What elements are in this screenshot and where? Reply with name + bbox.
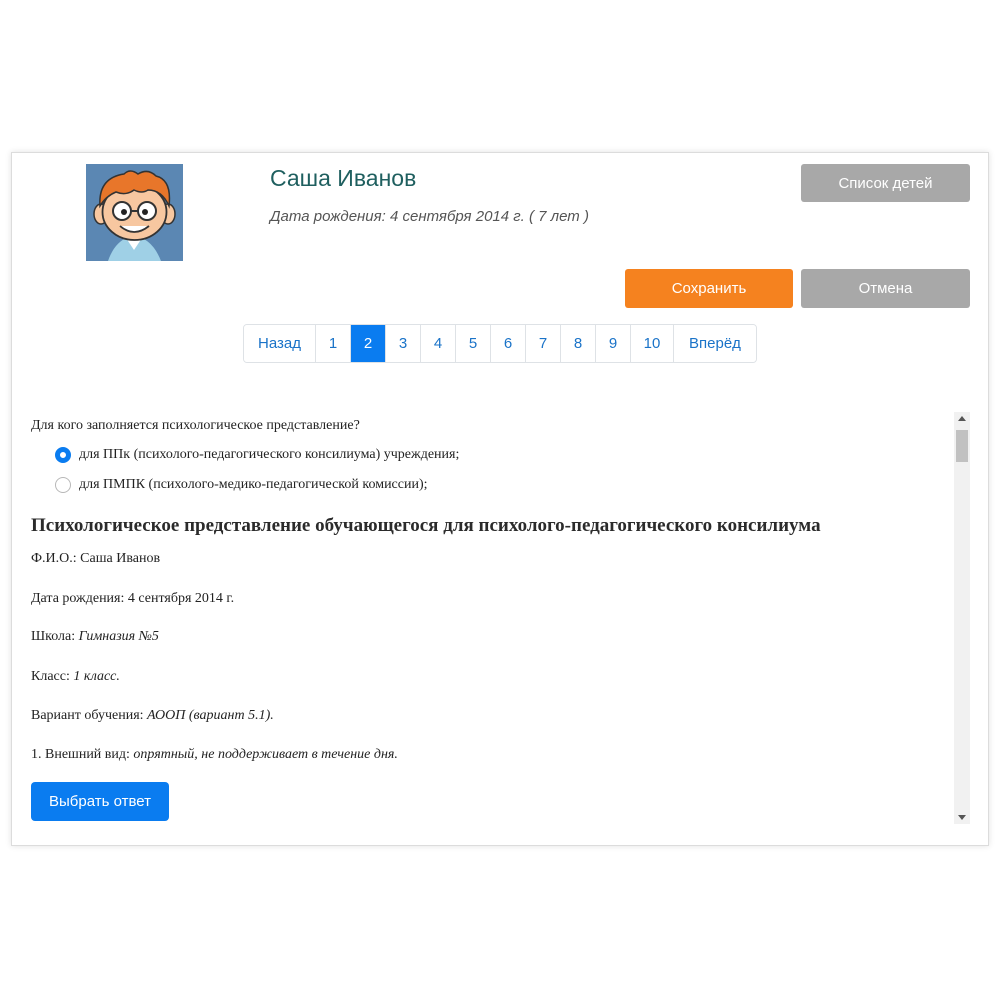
- scrollbar-thumb[interactable]: [956, 430, 968, 462]
- option-pmpk-label: для ПМПК (психолого-медико-педагогическо…: [79, 477, 428, 492]
- choose-answer-button[interactable]: Выбрать ответ: [31, 782, 169, 821]
- field-school-value: Гимназия №5: [78, 629, 159, 644]
- cancel-button[interactable]: Отмена: [801, 269, 970, 308]
- child-birth-date: Дата рождения: 4 сентября 2014 г. ( 7 ле…: [270, 208, 589, 225]
- page-2-active[interactable]: 2: [351, 325, 386, 362]
- page-5[interactable]: 5: [456, 325, 491, 362]
- pagination-prev[interactable]: Назад: [244, 325, 316, 362]
- option-ppk[interactable]: для ППк (психолого-педагогического конси…: [55, 447, 459, 463]
- pagination-next[interactable]: Вперёд: [674, 325, 756, 362]
- child-avatar: [86, 164, 183, 261]
- field-appearance: 1. Внешний вид: опрятный, не поддерживае…: [31, 747, 398, 763]
- page-8[interactable]: 8: [561, 325, 596, 362]
- field-fio-label: Ф.И.О.:: [31, 551, 77, 566]
- page-9[interactable]: 9: [596, 325, 631, 362]
- form-question: Для кого заполняется психологическое пре…: [31, 418, 360, 433]
- field-appearance-label: 1. Внешний вид:: [31, 747, 130, 762]
- document-title: Психологическое представление обучающего…: [31, 515, 821, 536]
- page-4[interactable]: 4: [421, 325, 456, 362]
- field-variant-value: АООП (вариант 5.1).: [147, 708, 274, 723]
- field-variant-label: Вариант обучения:: [31, 708, 144, 723]
- page-10[interactable]: 10: [631, 325, 674, 362]
- field-fio: Ф.И.О.: Саша Иванов: [31, 551, 160, 567]
- field-school-label: Школа:: [31, 629, 76, 644]
- radio-unchecked-icon[interactable]: [55, 477, 71, 493]
- page-3[interactable]: 3: [386, 325, 421, 362]
- vertical-scrollbar[interactable]: [954, 412, 970, 824]
- form-scroll-area[interactable]: Для кого заполняется психологическое пре…: [31, 412, 951, 824]
- option-ppk-label: для ППк (психолого-педагогического конси…: [79, 447, 460, 462]
- field-dob: Дата рождения: 4 сентября 2014 г.: [31, 591, 234, 607]
- field-class-value: 1 класс.: [73, 669, 120, 684]
- child-name: Саша Иванов: [270, 165, 417, 191]
- radio-checked-icon[interactable]: [55, 447, 71, 463]
- page-7[interactable]: 7: [526, 325, 561, 362]
- field-variant: Вариант обучения: АООП (вариант 5.1).: [31, 708, 274, 724]
- field-dob-value: 4 сентября 2014 г.: [127, 591, 235, 606]
- save-button[interactable]: Сохранить: [625, 269, 793, 308]
- field-class: Класс: 1 класс.: [31, 669, 120, 685]
- scroll-down-arrow-icon[interactable]: [958, 815, 966, 820]
- page-1[interactable]: 1: [316, 325, 351, 362]
- field-appearance-value: опрятный, не поддерживает в течение дня.: [133, 747, 398, 762]
- cartoon-boy-avatar-icon: [86, 164, 183, 261]
- page-6[interactable]: 6: [491, 325, 526, 362]
- pagination: Назад 1 2 3 4 5 6 7 8 9 10 Вперёд: [243, 324, 757, 363]
- field-dob-label: Дата рождения:: [31, 591, 125, 606]
- scroll-up-arrow-icon[interactable]: [958, 416, 966, 421]
- field-fio-value: Саша Иванов: [80, 551, 161, 566]
- children-list-button[interactable]: Список детей: [801, 164, 970, 202]
- field-school: Школа: Гимназия №5: [31, 629, 159, 645]
- field-class-label: Класс:: [31, 669, 70, 684]
- option-pmpk[interactable]: для ПМПК (психолого-медико-педагогическо…: [55, 477, 428, 493]
